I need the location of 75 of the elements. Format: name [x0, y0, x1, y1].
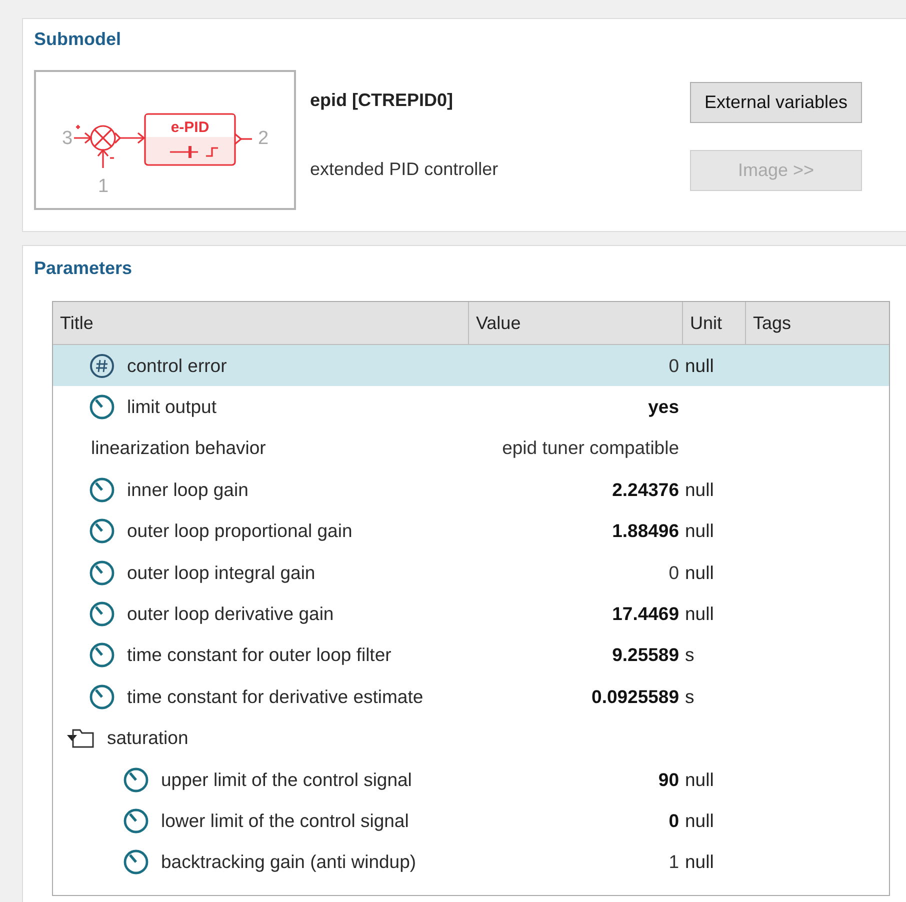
parameter-value: 0: [668, 810, 679, 832]
external-variables-button[interactable]: External variables: [690, 82, 862, 123]
dial-icon: [89, 684, 115, 710]
parameter-value: 1.88496: [612, 520, 679, 542]
dial-icon: [89, 394, 115, 420]
column-header[interactable]: Value: [469, 302, 683, 344]
summing-junction-drawing: [74, 125, 146, 168]
parameter-unit: null: [685, 603, 714, 626]
folder-icon: [71, 727, 95, 750]
parameter-value: epid tuner compatible: [502, 437, 679, 460]
parameter-value: 0: [668, 354, 679, 377]
parameter-title: backtracking gain (anti windup): [161, 851, 416, 874]
parameter-value: 0.0925589: [592, 686, 679, 708]
parameter-unit: null: [685, 768, 714, 791]
column-header[interactable]: Title: [53, 302, 469, 344]
parameter-title: saturation: [107, 727, 188, 750]
column-header[interactable]: Tags: [746, 302, 889, 344]
port-label: 1: [98, 176, 109, 197]
parameter-unit: null: [685, 851, 714, 874]
table-row[interactable]: inner loop gain 2.24376 null: [53, 469, 889, 511]
parameter-title: outer loop proportional gain: [127, 520, 352, 542]
column-header[interactable]: Unit: [683, 302, 746, 344]
hash-icon: [89, 352, 115, 379]
parameter-value: 9.25589: [612, 644, 679, 666]
parameter-title: time constant for outer loop filter: [127, 644, 392, 666]
table-row[interactable]: lower limit of the control signal 0 null: [53, 800, 889, 842]
dial-icon: [123, 808, 149, 834]
table-row[interactable]: saturation: [53, 718, 889, 759]
dial-icon: [89, 642, 115, 668]
parameter-unit: null: [685, 810, 714, 832]
section-heading: Submodel: [34, 29, 122, 50]
table-row[interactable]: linearization behavior epid tuner compatible: [53, 428, 889, 470]
table-row[interactable]: outer loop proportional gain 1.88496 null: [53, 510, 889, 552]
table-row[interactable]: control error 0 null: [53, 345, 889, 386]
parameter-unit: null: [685, 562, 714, 584]
parameter-unit: null: [685, 354, 714, 377]
submodel-name: epid [CTREPID0]: [310, 90, 454, 111]
parameter-value: 90: [658, 768, 679, 791]
parameter-value: yes: [648, 396, 679, 418]
parameter-title: control error: [127, 354, 227, 377]
section-heading: Parameters: [34, 258, 134, 279]
parameter-title: linearization behavior: [91, 437, 266, 460]
pid-block-drawing: e-PID: [144, 113, 252, 166]
parameter-value: 2.24376: [612, 478, 679, 501]
dial-icon: [89, 476, 115, 503]
parameter-title: upper limit of the control signal: [161, 768, 412, 791]
parameter-title: limit output: [127, 396, 216, 418]
dial-icon: [123, 849, 149, 876]
table-row[interactable]: limit output yes: [53, 386, 889, 428]
parameter-title: time constant for derivative estimate: [127, 686, 424, 708]
dial-icon: [89, 601, 115, 628]
parameter-title: inner loop gain: [127, 478, 248, 501]
parameter-unit: null: [685, 478, 714, 501]
dial-icon: [89, 518, 115, 544]
table-row[interactable]: upper limit of the control signal 90 null: [53, 758, 889, 800]
table-row[interactable]: outer loop integral gain 0 null: [53, 552, 889, 594]
parameter-value: 17.4469: [612, 603, 679, 626]
submodel-description: extended PID controller: [310, 159, 500, 180]
parameter-title: outer loop derivative gain: [127, 603, 334, 626]
port-label: 3: [62, 128, 73, 149]
parameter-title: lower limit of the control signal: [161, 810, 409, 832]
parameter-title: outer loop integral gain: [127, 562, 316, 584]
parameter-unit: s: [685, 686, 694, 708]
dial-icon: [89, 560, 115, 586]
expand-arrow-icon[interactable]: [67, 735, 77, 742]
table-row[interactable]: backtracking gain (anti windup) 1 null: [53, 842, 889, 884]
table-row[interactable]: time constant for outer loop filter 9.25589 s: [53, 634, 889, 676]
port-label: 2: [258, 128, 269, 149]
parameter-value: 0: [668, 562, 679, 584]
table-row[interactable]: time constant for derivative estimate 0.0925589 s: [53, 676, 889, 718]
parameter-value: 1: [668, 851, 679, 874]
table-row[interactable]: outer loop derivative gain 17.4469 null: [53, 593, 889, 635]
parameter-unit: null: [685, 520, 714, 542]
dial-icon: [123, 766, 149, 793]
parameter-unit: s: [685, 644, 694, 666]
